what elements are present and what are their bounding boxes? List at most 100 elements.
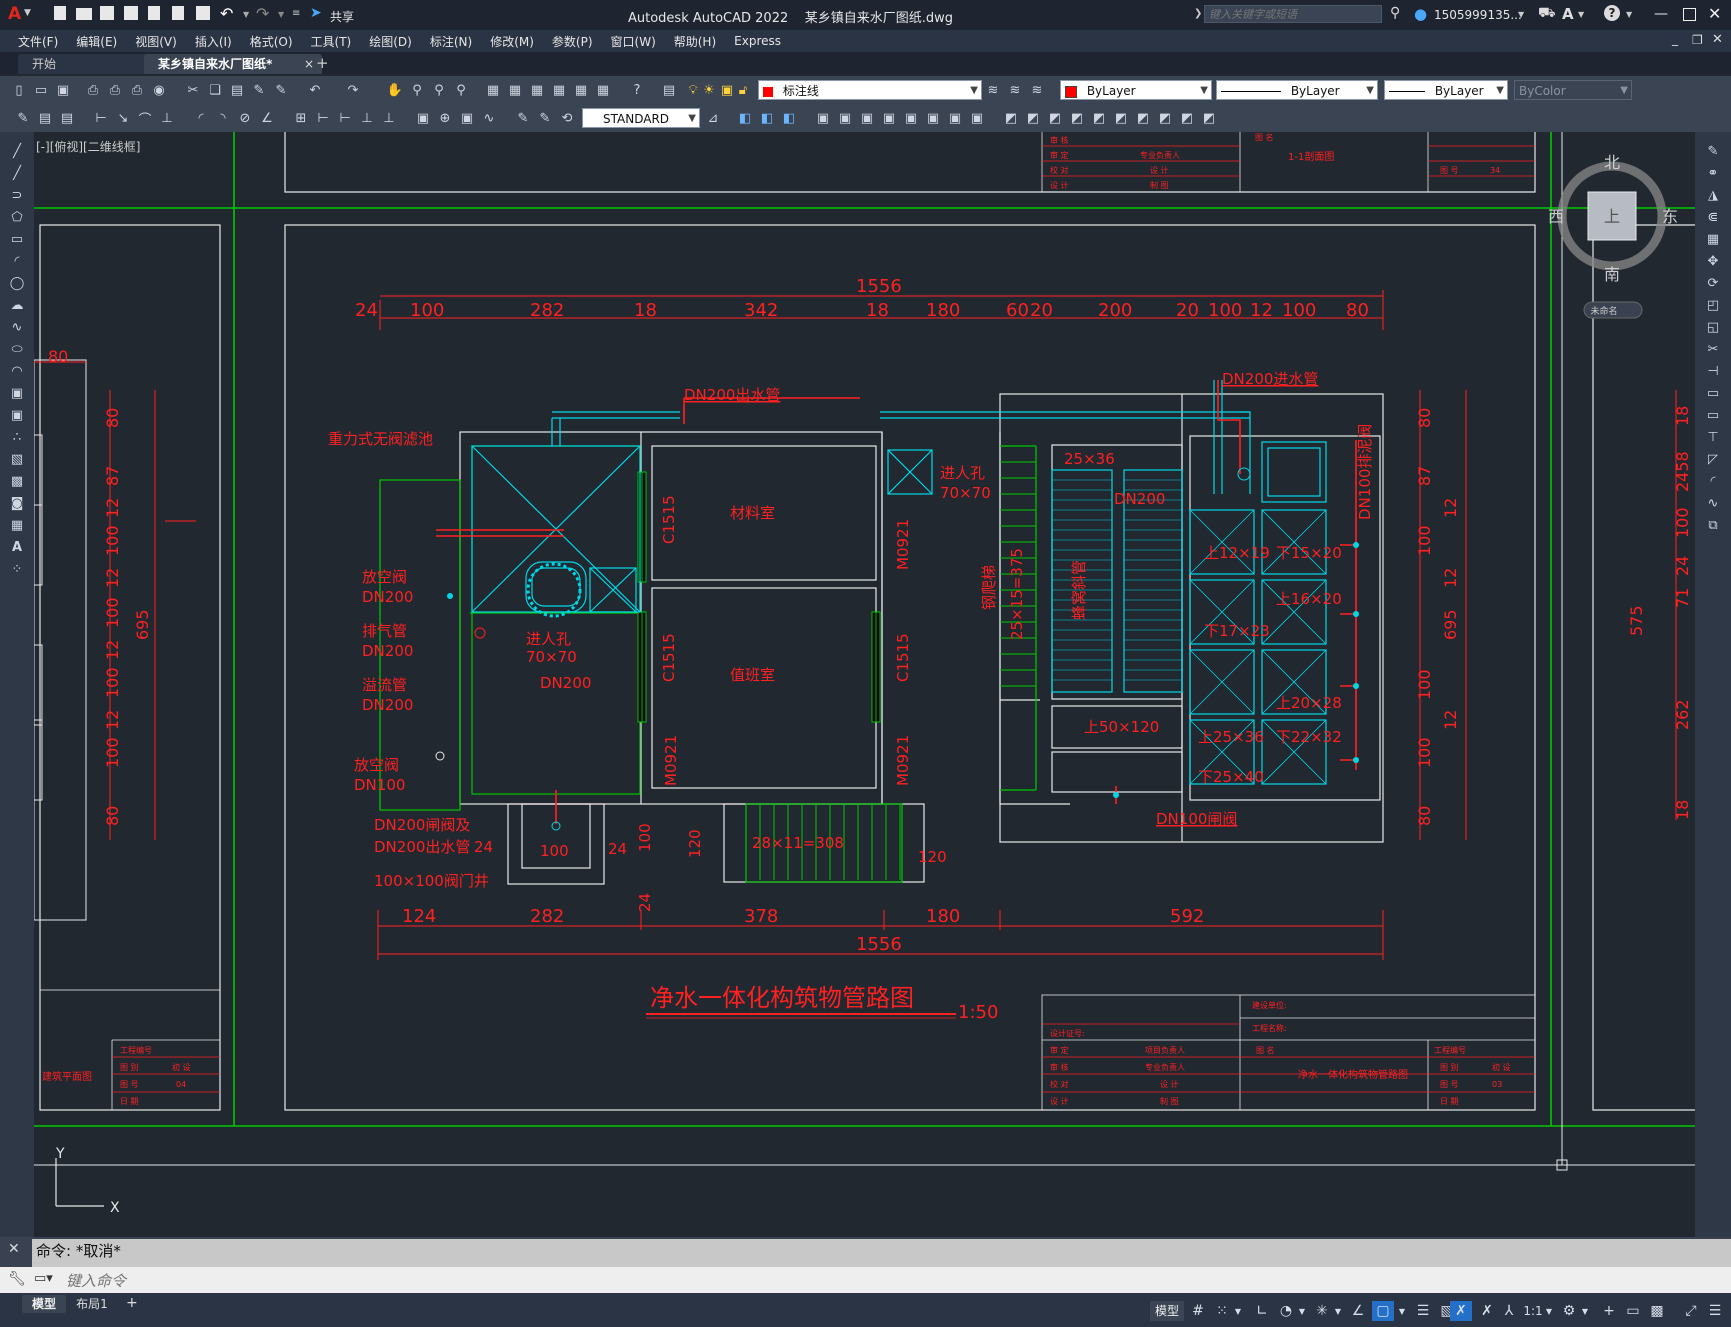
blend-icon[interactable]: ∿ [1704, 494, 1722, 512]
new-file-icon[interactable] [54, 6, 66, 20]
units-icon[interactable]: ▭ [1622, 1301, 1644, 1321]
tab-layout1[interactable]: 布局1 [70, 1295, 114, 1313]
calculator-icon[interactable]: ▦ [594, 81, 612, 99]
plotstyle-dropdown[interactable]: ByColor ▼ [1514, 80, 1632, 100]
polar-dropdown-icon[interactable]: ▼ [1296, 1301, 1308, 1321]
qnew-icon[interactable]: ▯ [10, 81, 28, 99]
search-icon[interactable]: ⚲ [1390, 5, 1400, 21]
zoom-window-icon[interactable]: ⚲ [430, 81, 448, 99]
wrench-icon[interactable]: 🔧︎ [8, 1271, 26, 1287]
dimbaseline-icon[interactable]: ⊢ [314, 109, 332, 127]
sheetset-icon[interactable]: ▦ [550, 81, 568, 99]
open-web-icon[interactable] [148, 6, 160, 20]
copy-icon[interactable]: ❏ [206, 81, 224, 99]
polar-icon[interactable]: ◔ [1276, 1301, 1296, 1321]
erase-r-icon[interactable]: ✎ [1704, 142, 1722, 160]
dimarc-icon[interactable]: ⌒ [136, 109, 154, 128]
join-icon[interactable]: ⊤ [1704, 428, 1722, 446]
save-as-icon[interactable] [124, 6, 138, 20]
dimupdate-icon[interactable]: ⟲ [558, 109, 576, 127]
ellipse-arc-icon[interactable]: ◠ [8, 362, 26, 380]
dimspace-icon[interactable]: ⊥ [358, 109, 376, 127]
annotation-scale-value[interactable]: 1:1 [1522, 1301, 1544, 1321]
3d-box-icon[interactable]: ◧ [736, 109, 754, 127]
osnap-dropdown-icon[interactable]: ▼ [1396, 1301, 1408, 1321]
inspect-icon[interactable]: ▣ [458, 109, 476, 127]
hatch-draw-icon[interactable]: ▧ [8, 450, 26, 468]
redo-icon[interactable]: ↷ [256, 4, 269, 23]
doc-close-icon[interactable]: ✕ [1712, 32, 1723, 47]
layer-state-icon[interactable]: ≋ [1028, 81, 1046, 99]
dimstyle-icon[interactable]: ⊿ [704, 109, 722, 127]
line-icon[interactable]: ╱ [8, 142, 26, 160]
plot-tb-icon[interactable]: ⎙ [84, 81, 102, 99]
osnap-icon[interactable]: ▢ [1372, 1301, 1394, 1321]
grid-icon[interactable]: # [1188, 1301, 1208, 1321]
properties-icon[interactable]: ▦ [484, 81, 502, 99]
layer-previous-icon[interactable]: ≋ [1006, 81, 1024, 99]
color-dropdown[interactable]: ByLayer ▼ [1060, 80, 1212, 100]
jogged-linear-icon[interactable]: ∿ [480, 109, 498, 127]
model-space-button[interactable]: 模型 [1150, 1301, 1184, 1321]
lineweight-icon[interactable]: ☰ [1412, 1301, 1434, 1321]
linetype-dropdown[interactable]: ByLayer ▼ [1216, 80, 1378, 100]
dimradius-icon[interactable]: ◜ [192, 109, 210, 127]
make-block-icon[interactable]: ▣ [836, 109, 854, 127]
recent-commands-icon[interactable]: ▭▾ [34, 1271, 53, 1286]
polygon-icon[interactable]: ⬠ [8, 208, 26, 226]
search-input[interactable] [1204, 5, 1382, 23]
ellipse-icon[interactable]: ⬭ [8, 340, 26, 358]
move-r-icon[interactable]: ✥ [1704, 252, 1722, 270]
dimangular-icon[interactable]: ∠ [258, 109, 276, 127]
scale-r-icon[interactable]: ◰ [1704, 296, 1722, 314]
move-icon[interactable]: ◩ [1112, 109, 1130, 127]
tolerance-icon[interactable]: ▣ [414, 109, 432, 127]
aligned-dim-icon[interactable]: ▤ [58, 109, 76, 127]
menu-dimension[interactable]: 标注(N) [430, 33, 472, 50]
layer-lock-icon[interactable]: 🔓︎ [734, 81, 752, 99]
menu-draw[interactable]: 绘图(D) [369, 33, 412, 50]
insert-icon[interactable]: ▣ [8, 384, 26, 402]
menu-edit[interactable]: 编辑(E) [76, 33, 117, 50]
dimbreak-icon[interactable]: ⊥ [380, 109, 398, 127]
block-icon[interactable]: ▣ [8, 406, 26, 424]
isodraft-icon[interactable]: ✳ [1312, 1301, 1332, 1321]
doc-restore-icon[interactable]: ❐ [1692, 33, 1703, 47]
ortho-icon[interactable]: ∟ [1252, 1301, 1272, 1321]
isodraft-dropdown-icon[interactable]: ▼ [1332, 1301, 1344, 1321]
menu-help[interactable]: 帮助(H) [674, 33, 716, 50]
rotate-r-icon[interactable]: ⟳ [1704, 274, 1722, 292]
pan-icon[interactable]: ✋ [386, 81, 404, 99]
share-icon[interactable]: ➤ [310, 5, 322, 21]
block-editor-icon[interactable]: ✎ [272, 81, 290, 99]
app-logo[interactable]: A [8, 4, 21, 24]
dimlinear-icon[interactable]: ⊢ [92, 109, 110, 127]
redo-tb-icon[interactable]: ↷ [344, 81, 362, 99]
auto-scale-icon[interactable]: ✗ [1476, 1301, 1498, 1321]
menu-modify[interactable]: 修改(M) [490, 33, 534, 50]
break-point-icon[interactable]: ▭ [1704, 384, 1722, 402]
qdim-icon[interactable]: ✎ [14, 109, 32, 127]
add-selected-icon[interactable]: ⁘ [8, 560, 26, 578]
snap-icon[interactable]: ⁙ [1212, 1301, 1232, 1321]
text-style-dropdown[interactable]: STANDARD ▼ [582, 108, 700, 128]
trim-icon[interactable]: ◩ [1200, 109, 1218, 127]
search-expand-icon[interactable]: ❯ [1194, 8, 1202, 19]
help-dropdown-icon[interactable]: ▼ [1626, 10, 1632, 19]
minimize-icon[interactable]: — [1654, 6, 1668, 22]
array-r-icon[interactable]: ▦ [1704, 230, 1722, 248]
quick-properties-icon[interactable]: ▩ [1646, 1301, 1668, 1321]
explode-icon[interactable]: ⧉ [1704, 516, 1722, 534]
annotation-scale-icon[interactable]: ⅄ [1500, 1301, 1518, 1321]
command-input[interactable] [64, 1270, 1718, 1292]
arc-icon[interactable]: ◜ [8, 252, 26, 270]
paste-icon[interactable]: ▤ [228, 81, 246, 99]
menu-express[interactable]: Express [734, 34, 781, 48]
copy-obj-icon[interactable]: ◩ [1024, 109, 1042, 127]
save-tb-icon[interactable]: ▣ [54, 81, 72, 99]
designcenter-icon[interactable]: ▦ [506, 81, 524, 99]
gradient-icon[interactable]: ▣ [902, 109, 920, 127]
offset-icon[interactable]: ◩ [1068, 109, 1086, 127]
a360-dropdown-icon[interactable]: ▼ [1578, 10, 1584, 19]
redo-dropdown-icon[interactable]: ▼ [278, 10, 284, 19]
